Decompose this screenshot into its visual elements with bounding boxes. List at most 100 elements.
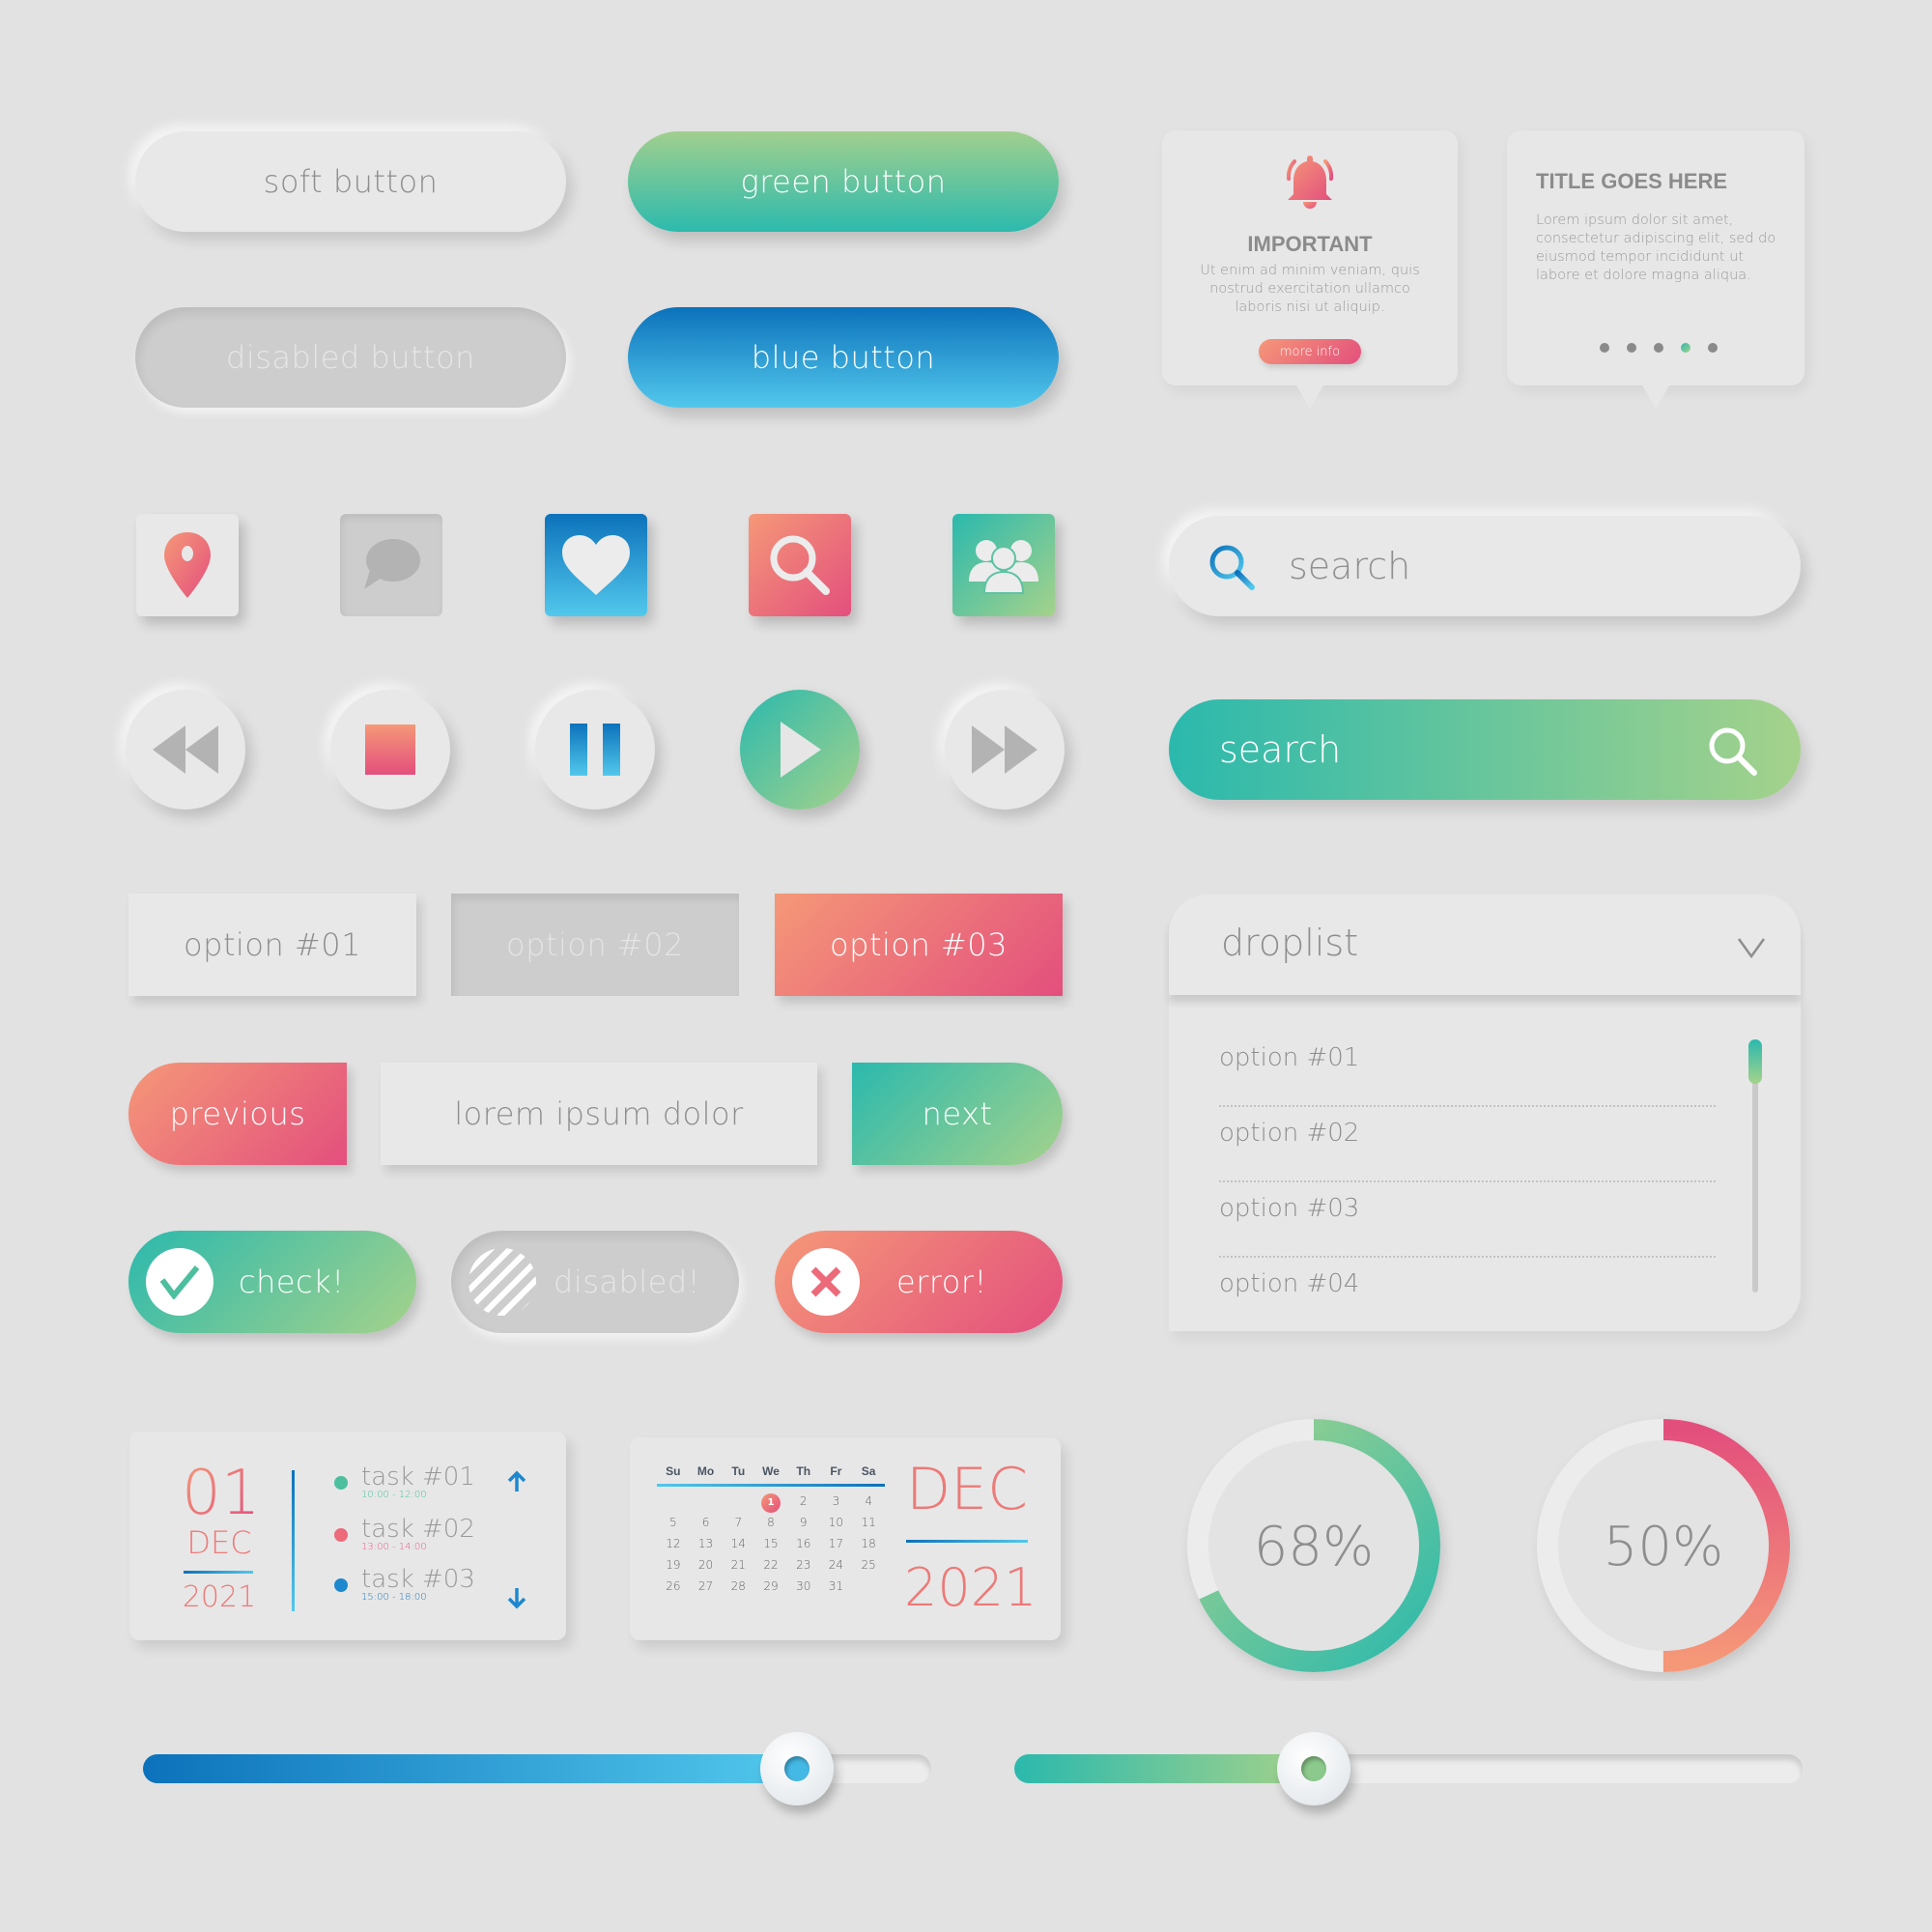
calendar-day[interactable]: 26 bbox=[657, 1576, 690, 1597]
search-soft-placeholder: search bbox=[1289, 545, 1411, 587]
pagination-dot[interactable] bbox=[1654, 343, 1663, 353]
calendar-day[interactable]: 28 bbox=[722, 1576, 754, 1597]
calendar-day[interactable]: 6 bbox=[690, 1512, 723, 1533]
calendar-day[interactable]: 15 bbox=[754, 1533, 787, 1554]
calendar-day[interactable]: 8 bbox=[754, 1512, 787, 1533]
calendar-day[interactable]: 1 bbox=[754, 1491, 787, 1513]
calendar-day[interactable]: 17 bbox=[820, 1533, 853, 1554]
soft-button-label: soft button bbox=[263, 163, 439, 200]
calendar-day[interactable]: 12 bbox=[657, 1533, 690, 1554]
play-button[interactable] bbox=[740, 690, 860, 810]
option-3-button[interactable]: option #03 bbox=[775, 894, 1063, 996]
users-button[interactable] bbox=[952, 514, 1055, 616]
calendar-day[interactable]: 20 bbox=[690, 1554, 723, 1576]
search-soft-field[interactable]: search bbox=[1169, 516, 1801, 616]
error-status-button[interactable]: error! bbox=[775, 1231, 1063, 1333]
calendar-weekday: Mo bbox=[696, 1464, 715, 1478]
search-tile-button[interactable] bbox=[749, 514, 851, 616]
disabled-button[interactable]: disabled button bbox=[135, 307, 566, 408]
chat-button[interactable] bbox=[340, 514, 442, 616]
calendar-day[interactable]: 10 bbox=[820, 1512, 853, 1533]
calendar-day[interactable]: 27 bbox=[690, 1576, 723, 1597]
calendar-day[interactable]: 14 bbox=[722, 1533, 754, 1554]
pause-button[interactable] bbox=[535, 690, 655, 810]
search-icon bbox=[1209, 545, 1255, 590]
slider-handle[interactable] bbox=[1277, 1732, 1351, 1805]
calendar-day[interactable]: 19 bbox=[657, 1554, 690, 1576]
more-info-button[interactable]: more info bbox=[1259, 339, 1361, 364]
droplist-item[interactable]: option #01 bbox=[1219, 1032, 1716, 1107]
arrow-up-icon[interactable] bbox=[506, 1470, 527, 1493]
calendar-day[interactable]: 9 bbox=[787, 1512, 820, 1533]
option-3-label: option #03 bbox=[830, 926, 1008, 963]
calendar-day[interactable]: 5 bbox=[657, 1512, 690, 1533]
calendar-day[interactable]: 22 bbox=[754, 1554, 787, 1576]
droplist-item[interactable]: option #03 bbox=[1219, 1182, 1716, 1258]
calendar-day[interactable]: 25 bbox=[852, 1554, 885, 1576]
calendar-empty bbox=[690, 1491, 723, 1512]
check-status-button[interactable]: check! bbox=[128, 1231, 416, 1333]
calendar-day[interactable]: 24 bbox=[820, 1554, 853, 1576]
droplist-scrollbar-thumb[interactable] bbox=[1748, 1039, 1762, 1084]
option-2-label: option #02 bbox=[506, 926, 684, 963]
check-status-label: check! bbox=[239, 1264, 345, 1300]
task-dot bbox=[334, 1528, 348, 1542]
calendar-day[interactable]: 16 bbox=[787, 1533, 820, 1554]
pagination-dot[interactable] bbox=[1708, 343, 1718, 353]
blue-button[interactable]: blue button bbox=[628, 307, 1059, 408]
disabled-status-button[interactable]: disabled! bbox=[451, 1231, 739, 1333]
progress-ring-label: 68% bbox=[1254, 1516, 1374, 1578]
calendar-day[interactable]: 29 bbox=[754, 1576, 787, 1597]
calendar-divider bbox=[657, 1484, 885, 1487]
task-dot bbox=[334, 1578, 348, 1592]
heart-button[interactable] bbox=[545, 514, 647, 616]
calendar-day[interactable]: 3 bbox=[820, 1491, 853, 1512]
soft-button[interactable]: soft button bbox=[135, 131, 566, 232]
error-icon bbox=[792, 1248, 860, 1316]
pagination-dot[interactable] bbox=[1627, 343, 1636, 353]
fast-forward-button[interactable] bbox=[945, 690, 1065, 810]
calendar-weekday: Sa bbox=[861, 1464, 876, 1478]
calendar-day[interactable]: 2 bbox=[787, 1491, 820, 1512]
date-day: 01 bbox=[182, 1458, 261, 1529]
search-green-field[interactable]: search bbox=[1169, 699, 1801, 800]
droplist-item[interactable]: option #02 bbox=[1219, 1107, 1716, 1182]
calendar-day[interactable]: 18 bbox=[852, 1533, 885, 1554]
droplist-header[interactable]: droplist bbox=[1169, 895, 1801, 995]
calendar-day[interactable]: 13 bbox=[690, 1533, 723, 1554]
option-2-button[interactable]: option #02 bbox=[451, 894, 739, 996]
calendar-day[interactable]: 31 bbox=[820, 1576, 853, 1597]
search-icon[interactable] bbox=[1706, 724, 1760, 779]
calendar-weekday: Th bbox=[796, 1464, 811, 1478]
notification-title: IMPORTANT bbox=[1247, 232, 1373, 256]
calendar-day[interactable]: 23 bbox=[787, 1554, 820, 1576]
date-vertical-divider bbox=[292, 1470, 295, 1611]
progress-ring: 50% bbox=[1537, 1419, 1790, 1672]
disabled-icon bbox=[469, 1248, 536, 1316]
calendar-day[interactable]: 7 bbox=[722, 1512, 754, 1533]
calendar-day[interactable]: 11 bbox=[852, 1512, 885, 1533]
pagination-dot-active[interactable] bbox=[1681, 343, 1690, 353]
previous-button[interactable]: previous bbox=[128, 1063, 347, 1165]
droplist-item-label: option #02 bbox=[1219, 1119, 1360, 1148]
calendar-day[interactable]: 21 bbox=[722, 1554, 754, 1576]
droplist-item[interactable]: option #04 bbox=[1219, 1258, 1716, 1333]
green-button[interactable]: green button bbox=[628, 131, 1059, 232]
pagination-dots bbox=[1600, 343, 1718, 353]
rewind-button[interactable] bbox=[126, 690, 245, 810]
slider-track[interactable] bbox=[1014, 1754, 1803, 1783]
stop-button[interactable] bbox=[330, 690, 450, 810]
next-button[interactable]: next bbox=[852, 1063, 1063, 1165]
pagination-dot[interactable] bbox=[1600, 343, 1609, 353]
option-1-button[interactable]: option #01 bbox=[128, 894, 416, 996]
task-name: task #01 bbox=[361, 1463, 475, 1492]
calendar-card: Su Mo Tu We Th Fr Sa 1 2 3 4 5 6 7 8 9 10 11 12 13 14 15 16 17… bbox=[630, 1437, 1061, 1640]
map-pin-button[interactable] bbox=[136, 514, 239, 616]
next-label: next bbox=[922, 1095, 993, 1132]
task-name: task #03 bbox=[361, 1565, 475, 1594]
calendar-day[interactable]: 4 bbox=[852, 1491, 885, 1512]
slider-handle[interactable] bbox=[760, 1732, 835, 1805]
search-green-placeholder: search bbox=[1219, 728, 1342, 771]
arrow-down-icon[interactable] bbox=[506, 1586, 527, 1609]
calendar-day[interactable]: 30 bbox=[787, 1576, 820, 1597]
